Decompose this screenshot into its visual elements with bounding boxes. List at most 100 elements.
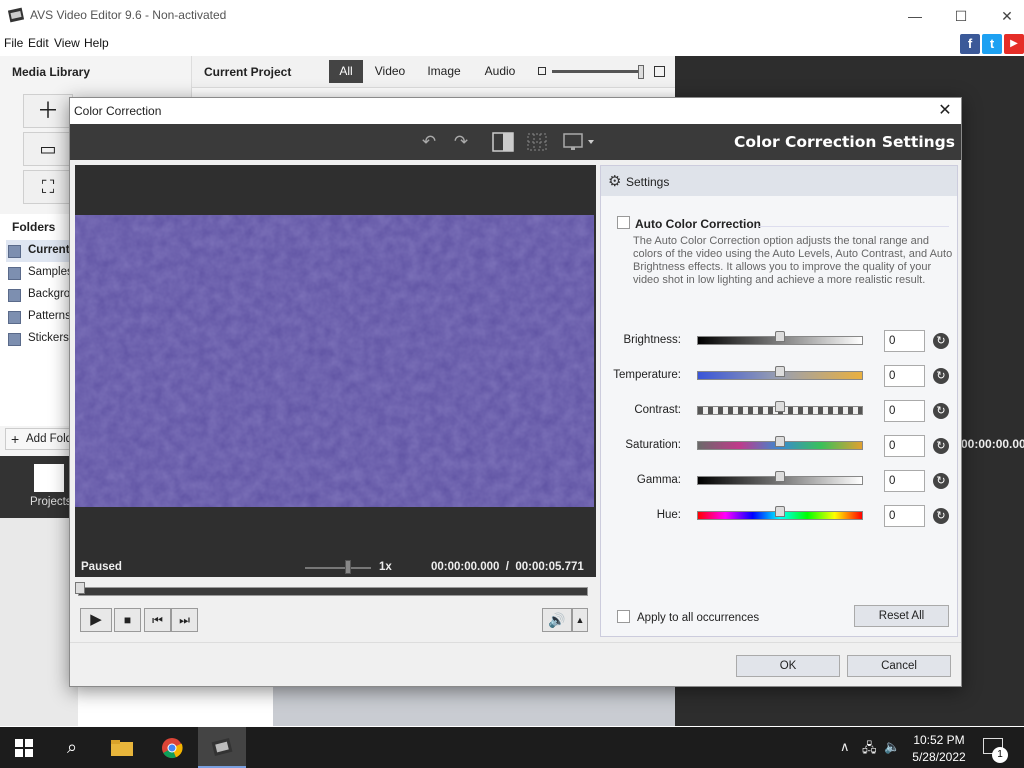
undo-icon[interactable]: ↶: [418, 132, 440, 152]
settings-header: ⚙ Settings: [601, 166, 957, 196]
seek-bar[interactable]: [78, 587, 588, 596]
previous-frame-button[interactable]: ⏮: [144, 608, 171, 632]
reset-all-button[interactable]: Reset All: [854, 605, 949, 627]
filter-all[interactable]: All: [329, 60, 363, 83]
dialog-title: Color Correction: [74, 104, 162, 118]
add-folder-button[interactable]: + Add Fold: [5, 428, 75, 450]
slider-value-field[interactable]: 0: [884, 330, 925, 352]
chrome-icon[interactable]: [148, 727, 196, 768]
slider-handle[interactable]: [775, 366, 785, 377]
slider-row: Hue: 0 ↻: [601, 503, 957, 533]
reset-icon[interactable]: ↻: [933, 438, 949, 454]
slider-value-field[interactable]: 0: [884, 435, 925, 457]
speed-slider[interactable]: [305, 567, 371, 569]
zoom-slider[interactable]: [552, 70, 642, 73]
reset-icon[interactable]: ↻: [933, 403, 949, 419]
slider-value-field[interactable]: 0: [884, 470, 925, 492]
display-mode-icon[interactable]: [562, 132, 596, 152]
gear-icon: ⚙: [608, 173, 622, 190]
volume-icon[interactable]: 🔊: [542, 608, 572, 632]
youtube-icon[interactable]: ▶: [1004, 34, 1024, 54]
windows-start-icon[interactable]: [0, 727, 48, 768]
folder-icon: [8, 289, 21, 302]
file-explorer-icon[interactable]: [98, 727, 146, 768]
dialog-heading: Color Correction Settings: [733, 133, 955, 151]
next-frame-button[interactable]: ⏭: [171, 608, 198, 632]
playback-status: Paused: [81, 561, 122, 573]
reset-icon[interactable]: ↻: [933, 333, 949, 349]
slider-label: Hue:: [656, 509, 681, 521]
network-icon[interactable]: 🖧: [862, 739, 877, 761]
menu-view[interactable]: View: [54, 36, 80, 50]
slider-label: Gamma:: [636, 474, 681, 486]
facebook-icon[interactable]: f: [960, 34, 980, 54]
projects-icon[interactable]: [34, 464, 64, 492]
volume-dropdown-icon[interactable]: ▲: [572, 608, 588, 632]
speed-slider-handle[interactable]: [345, 560, 351, 574]
maximize-button[interactable]: ☐: [938, 4, 984, 28]
slider-handle[interactable]: [775, 401, 785, 412]
slider-label: Saturation:: [625, 439, 681, 451]
reset-icon[interactable]: ↻: [933, 508, 949, 524]
menu-edit[interactable]: Edit: [28, 36, 49, 50]
filter-audio[interactable]: Audio: [482, 60, 518, 83]
dialog-close-button[interactable]: ✕: [934, 101, 956, 121]
slider-handle[interactable]: [775, 436, 785, 447]
stop-button[interactable]: ■: [114, 608, 141, 632]
notification-count-badge: 1: [992, 747, 1008, 763]
zoom-large-icon: [654, 66, 665, 77]
close-button[interactable]: ✕: [984, 4, 1024, 28]
clock-date[interactable]: 5/28/2022: [900, 750, 978, 764]
settings-title: Settings: [626, 175, 670, 189]
chevron-up-icon[interactable]: ∧: [840, 739, 850, 755]
zoom-slider-handle[interactable]: [638, 65, 644, 79]
filter-image[interactable]: Image: [424, 60, 464, 83]
taskbar: ⌕ ∧ 🖧 🔈 10:52 PM 5/28/2022 1: [0, 727, 1024, 768]
slider-label: Brightness:: [623, 334, 681, 346]
slider-value-field[interactable]: 0: [884, 365, 925, 387]
apply-all-checkbox[interactable]: [617, 610, 630, 623]
zoom-small-icon: [538, 67, 546, 75]
seek-handle[interactable]: [75, 582, 85, 594]
color-correction-dialog: Color Correction ✕ ↶ ↷ Color Correction …: [69, 97, 962, 687]
app-icon: [7, 7, 25, 23]
capture-video-button[interactable]: ▭: [23, 132, 73, 166]
grid-view-icon[interactable]: [526, 132, 548, 152]
slider-handle[interactable]: [775, 471, 785, 482]
avs-editor-taskbar-icon[interactable]: [198, 727, 246, 768]
folder-icon: [8, 311, 21, 324]
divider: [70, 642, 961, 643]
slider-label: Contrast:: [634, 404, 681, 416]
plus-icon: +: [11, 431, 20, 447]
twitter-icon[interactable]: t: [982, 34, 1002, 54]
speaker-icon[interactable]: 🔈: [884, 739, 900, 755]
settings-panel: ⚙ Settings Auto Color Correction The Aut…: [600, 165, 958, 637]
search-icon[interactable]: ⌕: [48, 727, 96, 768]
filter-video[interactable]: Video: [370, 60, 410, 83]
ok-button[interactable]: OK: [736, 655, 840, 677]
redo-icon[interactable]: ↷: [450, 132, 472, 152]
screen-capture-button[interactable]: ⛶: [23, 170, 73, 204]
video-preview: Paused 1x 00:00:00.000 / 00:00:05.771: [75, 165, 596, 577]
play-button[interactable]: ▶: [80, 608, 112, 632]
reset-icon[interactable]: ↻: [933, 368, 949, 384]
minimize-button[interactable]: —: [892, 4, 938, 28]
slider-value-field[interactable]: 0: [884, 400, 925, 422]
reset-icon[interactable]: ↻: [933, 473, 949, 489]
menu-help[interactable]: Help: [84, 36, 109, 50]
slider-value-field[interactable]: 0: [884, 505, 925, 527]
slider-row: Brightness: 0 ↻: [601, 328, 957, 358]
background-time: 00:00:00.000: [961, 437, 1024, 451]
dialog-title-bar: Color Correction ✕: [70, 98, 961, 124]
cancel-button[interactable]: Cancel: [847, 655, 951, 677]
slider-handle[interactable]: [775, 331, 785, 342]
menu-file[interactable]: File: [4, 36, 23, 50]
folder-icon: [8, 245, 21, 258]
split-view-icon[interactable]: [492, 132, 514, 152]
slider-label: Temperature:: [613, 369, 681, 381]
slider-handle[interactable]: [775, 506, 785, 517]
slider-row: Gamma: 0 ↻: [601, 468, 957, 498]
auto-color-checkbox[interactable]: [617, 216, 630, 229]
add-media-button[interactable]: ＋: [23, 94, 73, 128]
clock-time[interactable]: 10:52 PM: [900, 733, 978, 747]
